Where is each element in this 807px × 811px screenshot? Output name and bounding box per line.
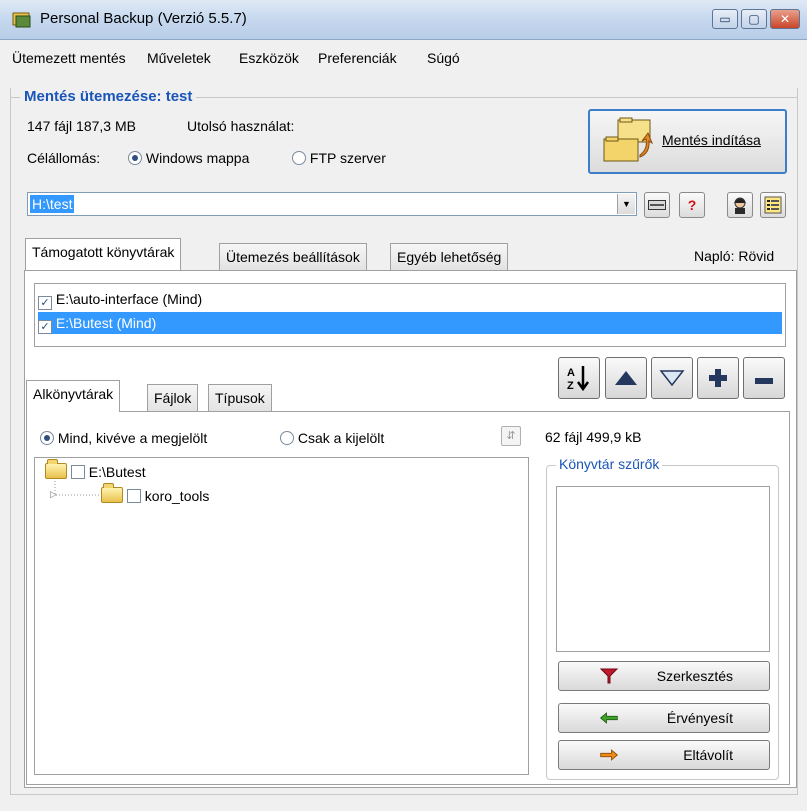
group-border-bottom — [10, 794, 798, 795]
svg-text:Z: Z — [567, 380, 574, 392]
backup-stats: 147 fájl 187,3 MB — [27, 118, 136, 134]
destination-label: Célállomás: — [27, 150, 101, 166]
refresh-icon: ⇵ — [506, 430, 516, 442]
radio-selected-icon[interactable] — [128, 151, 142, 165]
edit-filter-label: Szerkesztés — [656, 668, 733, 684]
menu-bar: Ütemezett mentés Műveletek Eszközök Pref… — [0, 40, 807, 70]
tab-schedule-settings[interactable]: Ütemezés beállítások — [219, 243, 367, 271]
arrow-left-icon — [600, 712, 618, 724]
menu-operations[interactable]: Műveletek — [147, 50, 211, 66]
user-button[interactable] — [727, 192, 753, 218]
filter-legend: Könyvtár szűrők — [556, 456, 663, 472]
apply-filter-button[interactable]: Érvényesít — [558, 703, 770, 733]
tab-files[interactable]: Fájlok — [147, 384, 199, 412]
group-border-right — [797, 88, 798, 794]
schedule-legend: Mentés ütemezése: test — [20, 88, 197, 105]
tab-supported-dirs[interactable]: Támogatott könyvtárak — [25, 238, 182, 270]
tree-node-root[interactable]: E:\Butest — [45, 459, 146, 480]
menu-help[interactable]: Súgó — [427, 50, 460, 66]
arrow-right-icon — [600, 749, 618, 761]
radio-icon[interactable] — [292, 151, 306, 165]
folders-backup-icon — [603, 117, 654, 162]
tree-node-label: koro_tools — [144, 488, 210, 504]
user-icon — [734, 197, 746, 214]
close-button[interactable]: ✕ — [770, 9, 800, 29]
apply-filter-label: Érvényesít — [666, 710, 733, 726]
svg-text:A: A — [567, 367, 575, 379]
funnel-icon — [599, 668, 619, 684]
maximize-button[interactable]: ▢ — [741, 9, 767, 29]
folder-open-icon — [45, 459, 67, 479]
menu-preferences[interactable]: Preferenciák — [318, 50, 397, 66]
refresh-button[interactable]: ⇵ — [501, 426, 521, 446]
tab-other-options[interactable]: Egyéb lehetőség — [390, 243, 509, 271]
minimize-icon: ▭ — [719, 12, 731, 26]
settings-list-button[interactable] — [760, 192, 786, 218]
radio-icon[interactable] — [280, 431, 294, 445]
minus-icon — [755, 378, 773, 384]
remove-filter-button[interactable]: Eltávolít — [558, 740, 770, 770]
last-used-label: Utolsó használat: — [187, 118, 295, 134]
tree-connector — [54, 481, 101, 496]
settings-list-icon — [764, 196, 782, 214]
title-bar[interactable]: Personal Backup (Verzió 5.5.7) ▭ ▢ ✕ — [0, 0, 807, 40]
directory-list[interactable]: ✓ E:\auto-interface (Mind) ✓ E:\Butest (… — [34, 283, 786, 347]
directory-label: E:\auto-interface (Mind) — [55, 291, 203, 307]
radio-selected-icon[interactable] — [40, 431, 54, 445]
drive-icon — [648, 200, 666, 210]
maximize-icon: ▢ — [748, 12, 760, 26]
filter-list[interactable] — [556, 486, 770, 652]
chevron-down-icon[interactable]: ▼ — [617, 194, 635, 214]
log-level: Napló: Rövid — [694, 248, 775, 264]
expand-arrow-icon[interactable]: ▷ — [50, 489, 57, 500]
dest-option-windows[interactable]: Windows mappa — [128, 150, 249, 166]
scope-option-label: Csak a kijelölt — [297, 430, 385, 446]
dest-option-ftp[interactable]: FTP szerver — [292, 150, 386, 166]
menu-scheduled-backup[interactable]: Ütemezett mentés — [12, 50, 126, 66]
help-button[interactable]: ? — [679, 192, 705, 218]
move-down-button[interactable] — [651, 357, 693, 399]
file-stats: 62 fájl 499,9 kB — [545, 429, 642, 445]
checkbox-icon[interactable] — [70, 465, 85, 479]
sort-button[interactable]: A Z — [558, 357, 600, 399]
edit-filter-button[interactable]: Szerkesztés — [558, 661, 770, 691]
scope-option-only-selected[interactable]: Csak a kijelölt — [280, 430, 384, 446]
minimize-button[interactable]: ▭ — [712, 9, 738, 29]
plus-icon — [709, 369, 727, 387]
sort-az-icon: A Z — [567, 366, 590, 392]
window-title: Personal Backup (Verzió 5.5.7) — [40, 10, 247, 27]
list-item[interactable]: ✓ E:\auto-interface (Mind) — [38, 288, 782, 310]
app-icon — [12, 12, 31, 28]
arrow-down-icon — [659, 370, 685, 387]
menu-tools[interactable]: Eszközök — [239, 50, 299, 66]
drive-button[interactable] — [644, 192, 670, 218]
tree-node-child[interactable]: koro_tools — [101, 483, 210, 504]
remove-filter-label: Eltávolít — [683, 747, 733, 763]
destination-path-value: H:\test — [30, 195, 75, 213]
close-icon: ✕ — [779, 12, 791, 26]
move-up-button[interactable] — [605, 357, 647, 399]
group-border-left — [10, 88, 11, 794]
scope-option-all-except[interactable]: Mind, kivéve a megjelölt — [40, 430, 207, 446]
tab-subdirs[interactable]: Alkönyvtárak — [26, 380, 121, 412]
arrow-up-icon — [615, 371, 637, 385]
directory-label: E:\Butest (Mind) — [55, 315, 157, 331]
checkbox-icon[interactable] — [126, 489, 141, 503]
add-button[interactable] — [697, 357, 739, 399]
dest-option-label: FTP szerver — [309, 150, 386, 166]
remove-button[interactable] — [743, 357, 785, 399]
scope-option-label: Mind, kivéve a megjelölt — [57, 430, 208, 446]
folder-tree[interactable]: E:\Butest ▷ koro_tools — [34, 457, 529, 775]
checkbox-checked-icon[interactable]: ✓ — [38, 320, 52, 334]
checkbox-checked-icon[interactable]: ✓ — [38, 296, 52, 310]
start-backup-label: Mentés indítása — [662, 132, 761, 148]
destination-path-combo[interactable]: H:\test ▼ — [27, 192, 637, 216]
tab-types[interactable]: Típusok — [208, 384, 272, 412]
tree-node-label: E:\Butest — [88, 464, 146, 480]
help-icon: ? — [687, 197, 697, 213]
folder-icon — [101, 483, 123, 503]
dest-option-label: Windows mappa — [145, 150, 250, 166]
list-item-selected[interactable]: ✓ E:\Butest (Mind) — [38, 312, 782, 334]
